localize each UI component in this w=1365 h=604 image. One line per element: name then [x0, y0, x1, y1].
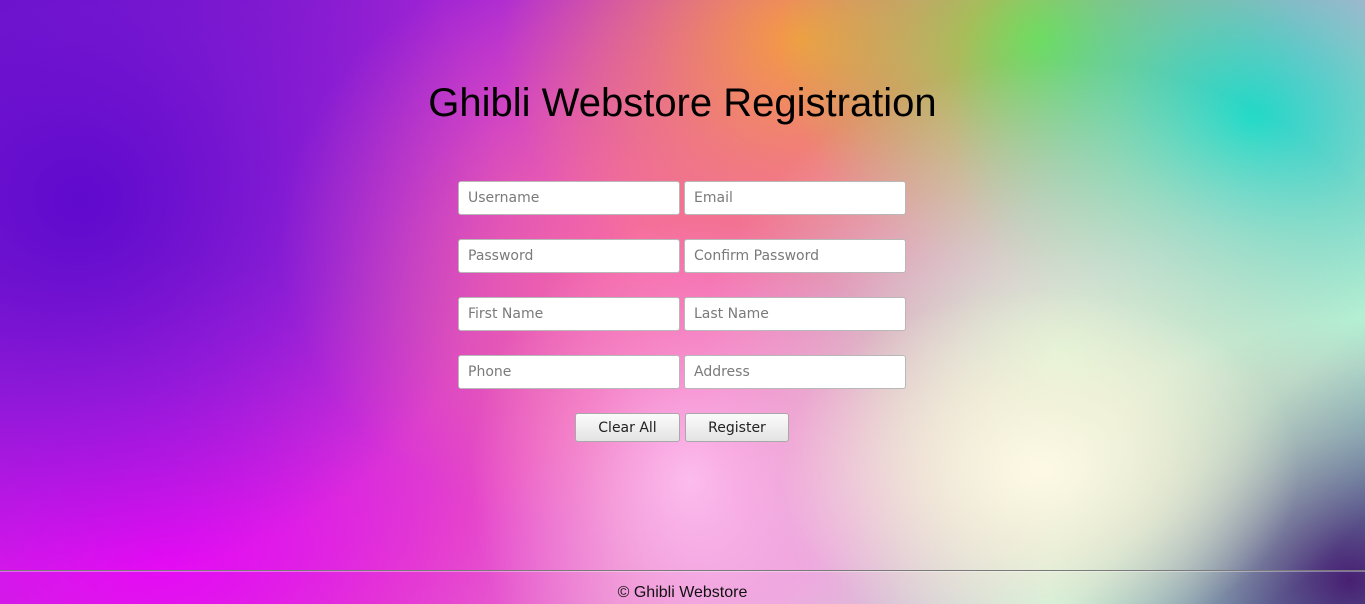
form-row-password	[458, 239, 906, 273]
register-button[interactable]: Register	[685, 413, 789, 442]
form-actions: Clear All Register	[575, 413, 789, 442]
username-field[interactable]	[458, 181, 680, 215]
email-field[interactable]	[684, 181, 906, 215]
address-field[interactable]	[684, 355, 906, 389]
page-title: Ghibli Webstore Registration	[428, 81, 937, 125]
footer: © Ghibli Webstore	[0, 570, 1365, 604]
registration-form	[458, 181, 906, 413]
clear-all-button[interactable]: Clear All	[575, 413, 680, 442]
confirm-password-field[interactable]	[684, 239, 906, 273]
form-row-name	[458, 297, 906, 331]
footer-copyright: © Ghibli Webstore	[617, 584, 748, 601]
last-name-field[interactable]	[684, 297, 906, 331]
form-row-contact	[458, 355, 906, 389]
password-field[interactable]	[458, 239, 680, 273]
first-name-field[interactable]	[458, 297, 680, 331]
phone-field[interactable]	[458, 355, 680, 389]
form-row-account	[458, 181, 906, 215]
